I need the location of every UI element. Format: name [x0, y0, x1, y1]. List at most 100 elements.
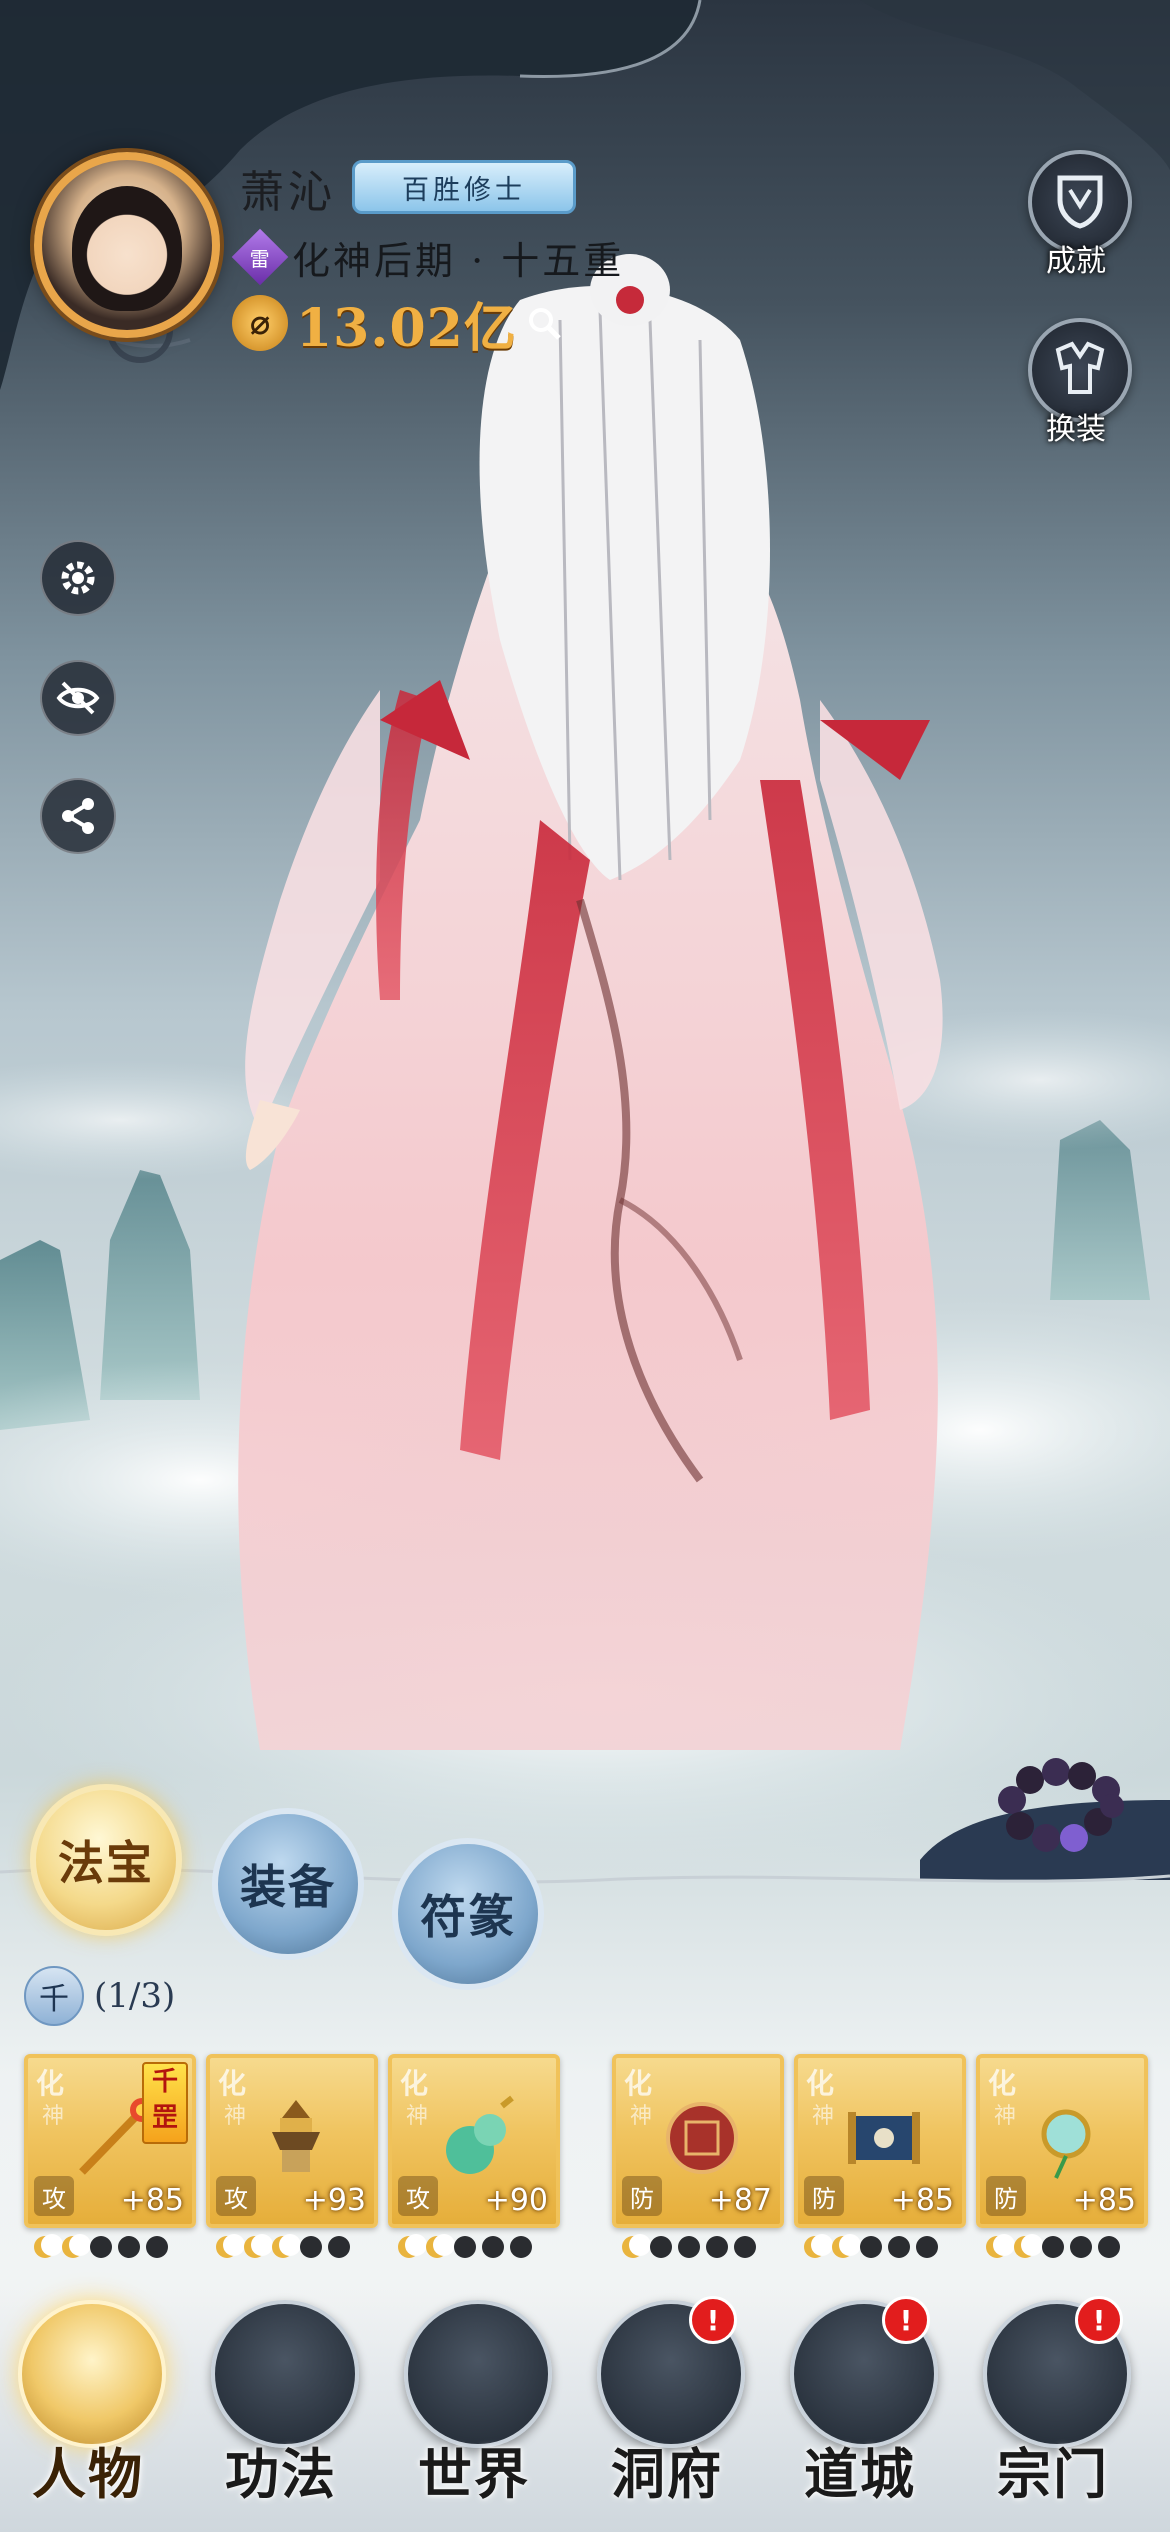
card-enhance-level: +90: [484, 2183, 548, 2218]
eye-off-icon: [56, 681, 100, 715]
red-orb-icon: [656, 2092, 748, 2184]
nav-label: 人物: [32, 2442, 144, 2506]
element-tag: 雷: [250, 246, 270, 271]
moon-empty-icon: [90, 2236, 112, 2258]
thunder-element-icon: 雷: [231, 228, 289, 286]
cultivation-realm: 化神后期 · 十五重: [292, 238, 625, 283]
moon-lit-icon: [832, 2234, 861, 2258]
nav-cave[interactable]: 洞府!: [587, 2290, 747, 2520]
card-realm-sub: 神: [42, 2104, 65, 2129]
set-chip: 千: [24, 1966, 84, 2026]
moon-lit-icon: [62, 2234, 91, 2258]
moon-lit-icon: [986, 2234, 1015, 2258]
moon-empty-icon: [300, 2236, 322, 2258]
combat-power-value: 13.02亿: [296, 297, 517, 359]
moon-empty-icon: [888, 2236, 910, 2258]
moon-empty-icon: [1042, 2236, 1064, 2258]
moon-empty-icon: [860, 2236, 882, 2258]
book-icon: [211, 2300, 359, 2448]
nav-character[interactable]: 人物: [8, 2290, 168, 2520]
nav-city[interactable]: 道城!: [780, 2290, 940, 2520]
gear-icon: [61, 561, 95, 595]
scroll-icon: [838, 2092, 930, 2184]
moon-lit-icon: [398, 2234, 427, 2258]
realm-row: 雷 化神后期 · 十五重: [231, 228, 625, 286]
combat-power-icon: ⌀: [232, 295, 288, 351]
moon-lit-icon: [426, 2234, 455, 2258]
card-realm-sub: 神: [406, 2104, 429, 2129]
star-rating: [622, 2234, 756, 2258]
player-name: 萧沁: [240, 167, 336, 218]
moon-empty-icon: [734, 2236, 756, 2258]
pagoda-bell-icon: [250, 2092, 342, 2184]
nav-label: 宗门: [997, 2442, 1109, 2506]
star-rating: [398, 2234, 532, 2258]
alert-badge: !: [882, 2296, 930, 2344]
card-enhance-level: +93: [302, 2183, 366, 2218]
nav-skills[interactable]: 功法: [201, 2290, 361, 2520]
equipment-card[interactable]: 化神防 +85: [794, 2054, 966, 2228]
star-rating: [986, 2234, 1120, 2258]
nav-label: 功法: [225, 2442, 337, 2506]
character-figure: [238, 254, 943, 1750]
moon-empty-icon: [482, 2236, 504, 2258]
nav-label: 洞府: [611, 2442, 723, 2506]
card-enhance-level: +85: [120, 2183, 184, 2218]
moon-empty-icon: [706, 2236, 728, 2258]
equipment-card[interactable]: 化神攻 +93: [206, 2054, 378, 2228]
moon-empty-icon: [916, 2236, 938, 2258]
moon-lit-icon: [34, 2234, 63, 2258]
moon-lit-icon: [804, 2234, 833, 2258]
moon-empty-icon: [328, 2236, 350, 2258]
star-rating: [34, 2234, 168, 2258]
equipment-card[interactable]: 化神 千罡攻 +85: [24, 2054, 196, 2228]
nav-world[interactable]: 世界: [394, 2290, 554, 2520]
card-realm: 化: [36, 2067, 65, 2100]
card-realm-sub: 神: [812, 2104, 835, 2129]
globe-icon: [404, 2300, 552, 2448]
settings-button[interactable]: [40, 540, 116, 616]
card-realm: 化: [400, 2067, 429, 2100]
card-realm: 化: [806, 2067, 835, 2100]
nav-label: 道城: [804, 2442, 916, 2506]
card-type: 防: [986, 2176, 1026, 2216]
card-realm-sub: 神: [994, 2104, 1017, 2129]
moon-empty-icon: [678, 2236, 700, 2258]
outfit-label: 换装: [1046, 412, 1106, 447]
equipment-card[interactable]: 化神攻 +90: [388, 2054, 560, 2228]
equipment-card[interactable]: 化神防 +85: [976, 2054, 1148, 2228]
alert-badge: !: [689, 2296, 737, 2344]
set-bonus-row[interactable]: 千 (1/3): [24, 1966, 175, 2026]
card-type: 攻: [398, 2176, 438, 2216]
card-realm: 化: [218, 2067, 247, 2100]
moon-empty-icon: [1070, 2236, 1092, 2258]
moon-lit-icon: [1014, 2234, 1043, 2258]
card-enhance-level: +87: [708, 2183, 772, 2218]
tab-fabao[interactable]: 法宝: [30, 1784, 182, 1936]
nav-sect[interactable]: 宗门!: [973, 2290, 1133, 2520]
card-realm: 化: [988, 2067, 1017, 2100]
search-icon[interactable]: [525, 304, 563, 342]
share-button[interactable]: [40, 778, 116, 854]
hide-ui-button[interactable]: [40, 660, 116, 736]
achievement-label: 成就: [1046, 244, 1106, 279]
moon-empty-icon: [1098, 2236, 1120, 2258]
card-realm-sub: 神: [224, 2104, 247, 2129]
title-badge[interactable]: 百胜修士: [352, 160, 576, 214]
avatar-portrait: [72, 186, 182, 311]
star-rating: [804, 2234, 938, 2258]
player-avatar[interactable]: [34, 152, 220, 338]
share-icon: [62, 798, 94, 834]
set-count: (1/3): [94, 1976, 176, 2016]
equipment-card[interactable]: 化神防 +87: [612, 2054, 784, 2228]
moon-empty-icon: [146, 2236, 168, 2258]
alert-badge: !: [1075, 2296, 1123, 2344]
jade-gourd-icon: [432, 2092, 524, 2184]
tab-equipment[interactable]: 装备: [212, 1808, 364, 1960]
moon-empty-icon: [510, 2236, 532, 2258]
card-type: 攻: [34, 2176, 74, 2216]
moon-lit-icon: [622, 2234, 651, 2258]
card-type: 攻: [216, 2176, 256, 2216]
tab-talisman[interactable]: 符篆: [392, 1838, 544, 1990]
character-scene: 萧沁 百胜修士 雷 化神后期 · 十五重 ⌀ 13.02亿 成就 换装 法宝 装…: [0, 0, 1170, 2532]
